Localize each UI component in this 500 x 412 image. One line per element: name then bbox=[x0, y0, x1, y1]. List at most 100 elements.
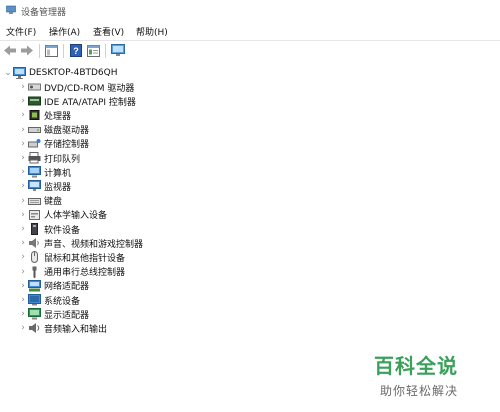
chevron-right-icon[interactable]: › bbox=[18, 139, 28, 149]
chevron-right-icon[interactable]: › bbox=[18, 196, 28, 206]
device-category-label: 声音、视频和游戏控制器 bbox=[44, 239, 144, 250]
chevron-right-icon[interactable]: › bbox=[18, 181, 28, 191]
back-button[interactable] bbox=[3, 43, 18, 58]
chevron-right-icon[interactable]: › bbox=[18, 309, 28, 319]
device-category-label: 存储控制器 bbox=[44, 140, 90, 151]
device-category[interactable]: › 音频输入和输出 bbox=[18, 321, 107, 335]
device-category[interactable]: › 计算机 bbox=[18, 165, 71, 179]
monitor-icon bbox=[28, 180, 41, 192]
device-category[interactable]: › 显示适配器 bbox=[18, 307, 89, 321]
menu-action[interactable]: 操作(A) bbox=[49, 25, 80, 38]
keyboard-icon bbox=[28, 195, 41, 207]
tree-root[interactable]: ⌄ DESKTOP-4BTD6QH bbox=[3, 66, 118, 80]
watermark-sub: 助你轻松解决 bbox=[380, 384, 459, 398]
audio-io-icon bbox=[28, 322, 41, 334]
device-category[interactable]: › 磁盘驱动器 bbox=[18, 123, 89, 137]
device-category[interactable]: › 系统设备 bbox=[18, 293, 80, 307]
desktop-computer-icon bbox=[13, 67, 26, 79]
chevron-right-icon[interactable]: › bbox=[18, 82, 28, 92]
device-category[interactable]: › DVD/CD-ROM 驱动器 bbox=[18, 80, 134, 94]
hid-icon bbox=[28, 209, 41, 221]
system-device-icon bbox=[28, 294, 41, 306]
chevron-right-icon[interactable]: › bbox=[18, 281, 28, 291]
chevron-right-icon[interactable]: › bbox=[18, 224, 28, 234]
device-category-label: 软件设备 bbox=[44, 225, 81, 236]
device-category[interactable]: › 键盘 bbox=[18, 194, 62, 208]
device-category-label: 人体学输入设备 bbox=[44, 211, 108, 222]
device-category[interactable]: › 鼠标和其他指针设备 bbox=[18, 250, 125, 264]
device-category[interactable]: › 处理器 bbox=[18, 108, 71, 122]
chevron-right-icon[interactable]: › bbox=[18, 153, 28, 163]
computer-icon bbox=[28, 166, 41, 178]
scan-hardware-button[interactable] bbox=[110, 43, 125, 58]
toolbar-separator bbox=[63, 44, 64, 58]
device-category-label: 显示适配器 bbox=[44, 310, 90, 321]
chevron-right-icon[interactable]: › bbox=[18, 323, 28, 333]
help-button[interactable]: ? bbox=[68, 43, 83, 58]
device-category[interactable]: › IDE ATA/ATAPI 控制器 bbox=[18, 94, 136, 108]
display-adapter-icon bbox=[28, 308, 41, 320]
menu-bar: 文件(F) 操作(A) 查看(V) 帮助(H) bbox=[0, 22, 500, 40]
title-bar: 设备管理器 bbox=[0, 0, 500, 22]
device-category[interactable]: › 通用串行总线控制器 bbox=[18, 265, 125, 279]
forward-button[interactable] bbox=[20, 43, 35, 58]
chevron-right-icon[interactable]: › bbox=[18, 210, 28, 220]
disk-drive-icon bbox=[28, 124, 41, 136]
forward-arrow-icon bbox=[21, 45, 33, 56]
menu-help[interactable]: 帮助(H) bbox=[136, 25, 168, 38]
device-category-label: 鼠标和其他指针设备 bbox=[44, 253, 126, 264]
device-manager-app-icon bbox=[6, 5, 16, 14]
help-icon: ? bbox=[69, 44, 82, 57]
svg-text:?: ? bbox=[73, 46, 79, 56]
device-category-label: 打印队列 bbox=[44, 154, 81, 165]
network-adapter-icon bbox=[28, 279, 41, 292]
device-category[interactable]: › 网络适配器 bbox=[18, 279, 89, 293]
show-hide-tree-icon bbox=[45, 44, 58, 57]
device-category[interactable]: › 软件设备 bbox=[18, 222, 80, 236]
device-category-label: 音频输入和输出 bbox=[44, 324, 108, 335]
chevron-right-icon[interactable]: › bbox=[18, 167, 28, 177]
window-title: 设备管理器 bbox=[21, 8, 67, 18]
device-category[interactable]: › 声音、视频和游戏控制器 bbox=[18, 236, 143, 250]
chevron-right-icon[interactable]: › bbox=[18, 238, 28, 248]
back-arrow-icon bbox=[4, 45, 16, 56]
properties-button[interactable] bbox=[86, 43, 101, 58]
toolbar-separator bbox=[39, 44, 40, 58]
watermark-main: 百科全说 bbox=[374, 354, 458, 378]
menu-view[interactable]: 查看(V) bbox=[93, 25, 124, 38]
device-category-label: 监视器 bbox=[44, 182, 72, 193]
software-device-icon bbox=[28, 223, 41, 235]
menu-file[interactable]: 文件(F) bbox=[6, 25, 36, 38]
chevron-right-icon[interactable]: › bbox=[18, 96, 28, 106]
device-category-label: 磁盘驱动器 bbox=[44, 126, 90, 137]
device-category-label: 系统设备 bbox=[44, 296, 81, 307]
chevron-right-icon[interactable]: › bbox=[18, 252, 28, 262]
device-category-label: 通用串行总线控制器 bbox=[44, 268, 126, 279]
chevron-down-icon[interactable]: ⌄ bbox=[3, 68, 13, 78]
storage-controller-icon bbox=[28, 138, 41, 150]
chevron-right-icon[interactable]: › bbox=[18, 125, 28, 135]
device-category[interactable]: › 人体学输入设备 bbox=[18, 208, 107, 222]
device-category-label: 处理器 bbox=[44, 111, 72, 122]
properties-icon bbox=[87, 44, 100, 57]
device-category-label: IDE ATA/ATAPI 控制器 bbox=[44, 97, 136, 108]
chevron-right-icon[interactable]: › bbox=[18, 295, 28, 305]
toolbar: ? bbox=[0, 40, 500, 63]
ide-controller-icon bbox=[28, 95, 41, 107]
sound-icon bbox=[28, 237, 41, 249]
device-category[interactable]: › 监视器 bbox=[18, 179, 71, 193]
toolbar-separator bbox=[105, 44, 106, 58]
chevron-right-icon[interactable]: › bbox=[18, 110, 28, 120]
printer-icon bbox=[28, 152, 41, 164]
tree-root-label: DESKTOP-4BTD6QH bbox=[29, 68, 118, 78]
dvd-drive-icon bbox=[28, 81, 41, 93]
scan-hardware-icon bbox=[110, 44, 125, 56]
device-category[interactable]: › 打印队列 bbox=[18, 151, 80, 165]
mouse-icon bbox=[28, 251, 41, 264]
device-category[interactable]: › 存储控制器 bbox=[18, 137, 89, 151]
processor-icon bbox=[28, 109, 41, 121]
watermark: 百科全说 助你轻松解决 bbox=[370, 348, 490, 408]
device-category-label: 键盘 bbox=[44, 197, 63, 208]
chevron-right-icon[interactable]: › bbox=[18, 267, 28, 277]
show-hide-tree-button[interactable] bbox=[44, 43, 59, 58]
